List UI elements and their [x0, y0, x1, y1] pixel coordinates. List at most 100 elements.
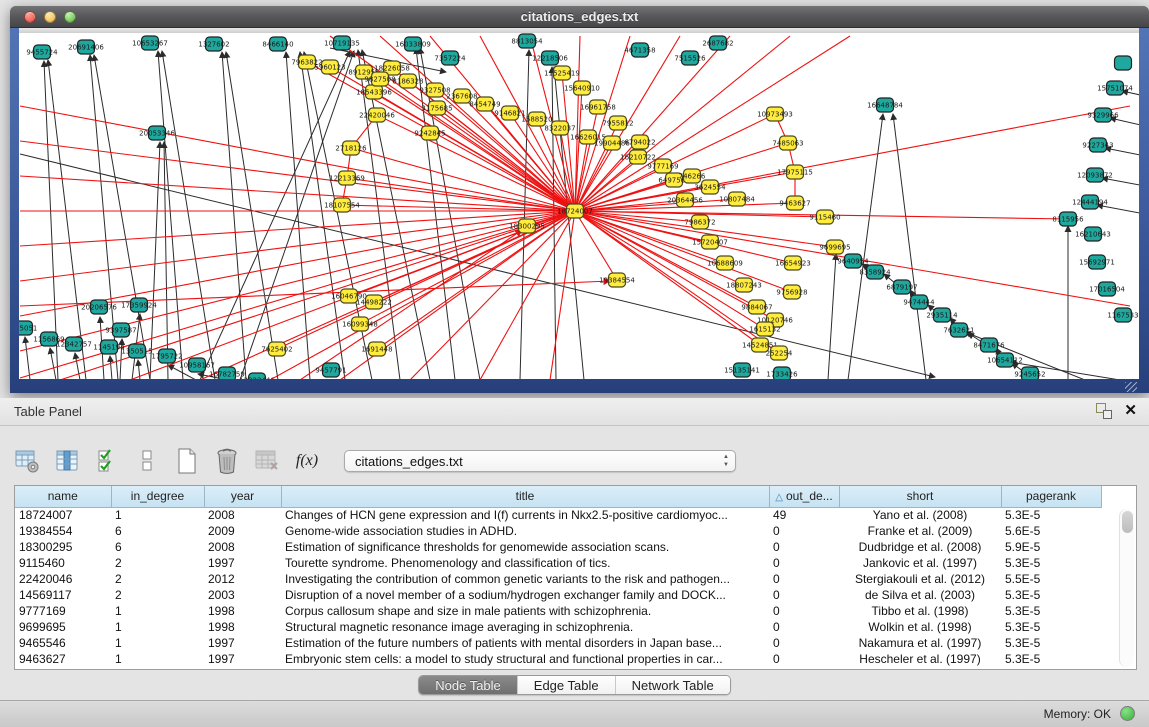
memory-status-indicator[interactable]: [1120, 706, 1135, 721]
column-header-short[interactable]: short: [839, 486, 1001, 507]
graph-node-yellow[interactable]: 2718126: [335, 141, 367, 155]
table-cell[interactable]: 5.3E-5: [1001, 507, 1101, 523]
table-cell[interactable]: 2003: [204, 587, 281, 603]
table-cell[interactable]: 5.3E-5: [1001, 555, 1101, 571]
graph-node-yellow[interactable]: 16099348: [342, 317, 378, 331]
table-cell[interactable]: 2: [111, 555, 204, 571]
graph-node-yellow[interactable]: 19384554: [599, 273, 635, 287]
table-options-icon[interactable]: [14, 447, 40, 475]
table-cell[interactable]: 0: [769, 539, 839, 555]
column-header-year[interactable]: year: [204, 486, 281, 507]
table-row[interactable]: 1456911722003Disruption of a novel membe…: [15, 587, 1101, 603]
graph-node-teal[interactable]: 12218506: [532, 51, 568, 65]
column-header-title[interactable]: title: [281, 486, 769, 507]
table-row[interactable]: 969969511998Structural magnetic resonanc…: [15, 619, 1101, 635]
table-cell[interactable]: 0: [769, 619, 839, 635]
table-cell[interactable]: Disruption of a novel member of a sodium…: [281, 587, 769, 603]
table-cell[interactable]: 0: [769, 635, 839, 651]
column-header-in_degree[interactable]: in_degree: [111, 486, 204, 507]
close-window-button[interactable]: [24, 11, 36, 23]
table-cell[interactable]: 5.3E-5: [1001, 635, 1101, 651]
graph-node-yellow[interactable]: 7485063: [772, 136, 803, 150]
table-cell[interactable]: Nakamura et al. (1997): [839, 635, 1001, 651]
table-cell[interactable]: 5.3E-5: [1001, 587, 1101, 603]
table-cell[interactable]: 6: [111, 523, 204, 539]
graph-node-teal[interactable]: 16648784: [867, 98, 903, 112]
table-cell[interactable]: 0: [769, 587, 839, 603]
float-window-icon[interactable]: [1096, 403, 1112, 419]
table-cell[interactable]: 18300295: [15, 539, 111, 555]
graph-node-teal[interactable]: 12444194: [1072, 195, 1108, 209]
graph-node-teal[interactable]: 1327602: [198, 37, 229, 51]
table-cell[interactable]: Wolkin et al. (1998): [839, 619, 1001, 635]
table-cell[interactable]: 1: [111, 507, 204, 523]
node-table[interactable]: namein_degreeyeartitle△out_de...shortpag…: [14, 485, 1137, 670]
table-cell[interactable]: Franke et al. (2009): [839, 523, 1001, 539]
graph-node-teal[interactable]: 1733426: [766, 367, 798, 379]
table-cell[interactable]: 9465546: [15, 635, 111, 651]
table-cell[interactable]: 5.3E-5: [1001, 651, 1101, 667]
graph-node-teal[interactable]: 1145194: [93, 340, 125, 354]
select-all-icon[interactable]: [94, 447, 120, 475]
table-cell[interactable]: 5.9E-5: [1001, 539, 1101, 555]
graph-node-teal[interactable]: 9455724: [26, 45, 58, 59]
delete-table-icon[interactable]: [254, 447, 280, 475]
graph-node-teal[interactable]: 9227343: [1082, 138, 1113, 152]
table-cell[interactable]: 14569117: [15, 587, 111, 603]
graph-node-yellow[interactable]: 15720407: [692, 235, 728, 249]
table-cell[interactable]: 1: [111, 619, 204, 635]
table-cell[interactable]: 18724007: [15, 507, 111, 523]
graph-node-yellow[interactable]: 9242845: [414, 126, 445, 140]
graph-node-teal[interactable]: 10719135: [324, 36, 360, 50]
table-cell[interactable]: 9463627: [15, 651, 111, 667]
graph-node-teal[interactable]: 4671358: [624, 43, 655, 57]
table-cell[interactable]: Estimation of significance thresholds fo…: [281, 539, 769, 555]
table-cell[interactable]: Corpus callosum shape and size in male p…: [281, 603, 769, 619]
table-cell[interactable]: 0: [769, 651, 839, 667]
delete-column-icon[interactable]: [214, 447, 240, 475]
graph-node-teal[interactable]: 15751074: [1097, 81, 1133, 95]
graph-node-teal[interactable]: 17016504: [1089, 282, 1125, 296]
column-header-pagerank[interactable]: pagerank: [1001, 486, 1101, 507]
graph-node-yellow[interactable]: 20364456: [667, 193, 703, 207]
table-cell[interactable]: 2012: [204, 571, 281, 587]
table-cell[interactable]: 1998: [204, 619, 281, 635]
table-cell[interactable]: 22420046: [15, 571, 111, 587]
table-row[interactable]: 1872400712008Changes of HCN gene express…: [15, 507, 1101, 523]
table-row[interactable]: 946554611997Estimation of the future num…: [15, 635, 1101, 651]
unselect-all-icon[interactable]: [134, 447, 160, 475]
table-cell[interactable]: Investigating the contribution of common…: [281, 571, 769, 587]
table-cell[interactable]: 9777169: [15, 603, 111, 619]
graph-node-yellow[interactable]: 15640910: [564, 81, 600, 95]
table-cell[interactable]: 5.3E-5: [1001, 603, 1101, 619]
graph-node-yellow[interactable]: 18107554: [324, 198, 360, 212]
table-cell[interactable]: 2: [111, 571, 204, 587]
table-cell[interactable]: Dudbridge et al. (2008): [839, 539, 1001, 555]
table-cell[interactable]: 1: [111, 635, 204, 651]
table-cell[interactable]: Jankovic et al. (1997): [839, 555, 1001, 571]
minimize-window-button[interactable]: [44, 11, 56, 23]
graph-node-teal[interactable]: 15135141: [724, 363, 760, 377]
graph-node-teal[interactable]: 8466140: [262, 37, 293, 51]
graph-node-teal[interactable]: 8358924: [859, 265, 891, 279]
graph-node-yellow[interactable]: 22420046: [359, 108, 395, 122]
graph-node-yellow[interactable]: 10973493: [757, 107, 793, 121]
table-scrollbar[interactable]: [1119, 509, 1134, 667]
graph-node-yellow[interactable]: 11525419: [544, 66, 580, 80]
table-cell[interactable]: 1997: [204, 555, 281, 571]
graph-node-teal[interactable]: 7357224: [434, 51, 466, 65]
table-cell[interactable]: Genome-wide association studies in ADHD.: [281, 523, 769, 539]
function-builder-icon[interactable]: f(x): [294, 447, 320, 475]
tab-edge-table[interactable]: Edge Table: [517, 676, 615, 694]
graph-node-teal[interactable]: 6879197: [886, 280, 917, 294]
column-header-name[interactable]: name: [15, 486, 111, 507]
graph-node-teal[interactable]: 15692971: [1079, 255, 1115, 269]
table-row[interactable]: 911546021997Tourette syndrome. Phenomeno…: [15, 555, 1101, 571]
table-cell[interactable]: 5.3E-5: [1001, 619, 1101, 635]
graph-node-teal[interactable]: 10653267: [132, 36, 168, 50]
graph-node-yellow[interactable]: 7955812: [602, 116, 633, 130]
graph-node-teal[interactable]: 9457791: [315, 363, 346, 377]
graph-node-teal[interactable]: 935051: [19, 321, 37, 335]
graph-node-yellow[interactable]: 9115460: [809, 210, 840, 224]
tab-network-table[interactable]: Network Table: [615, 676, 730, 694]
